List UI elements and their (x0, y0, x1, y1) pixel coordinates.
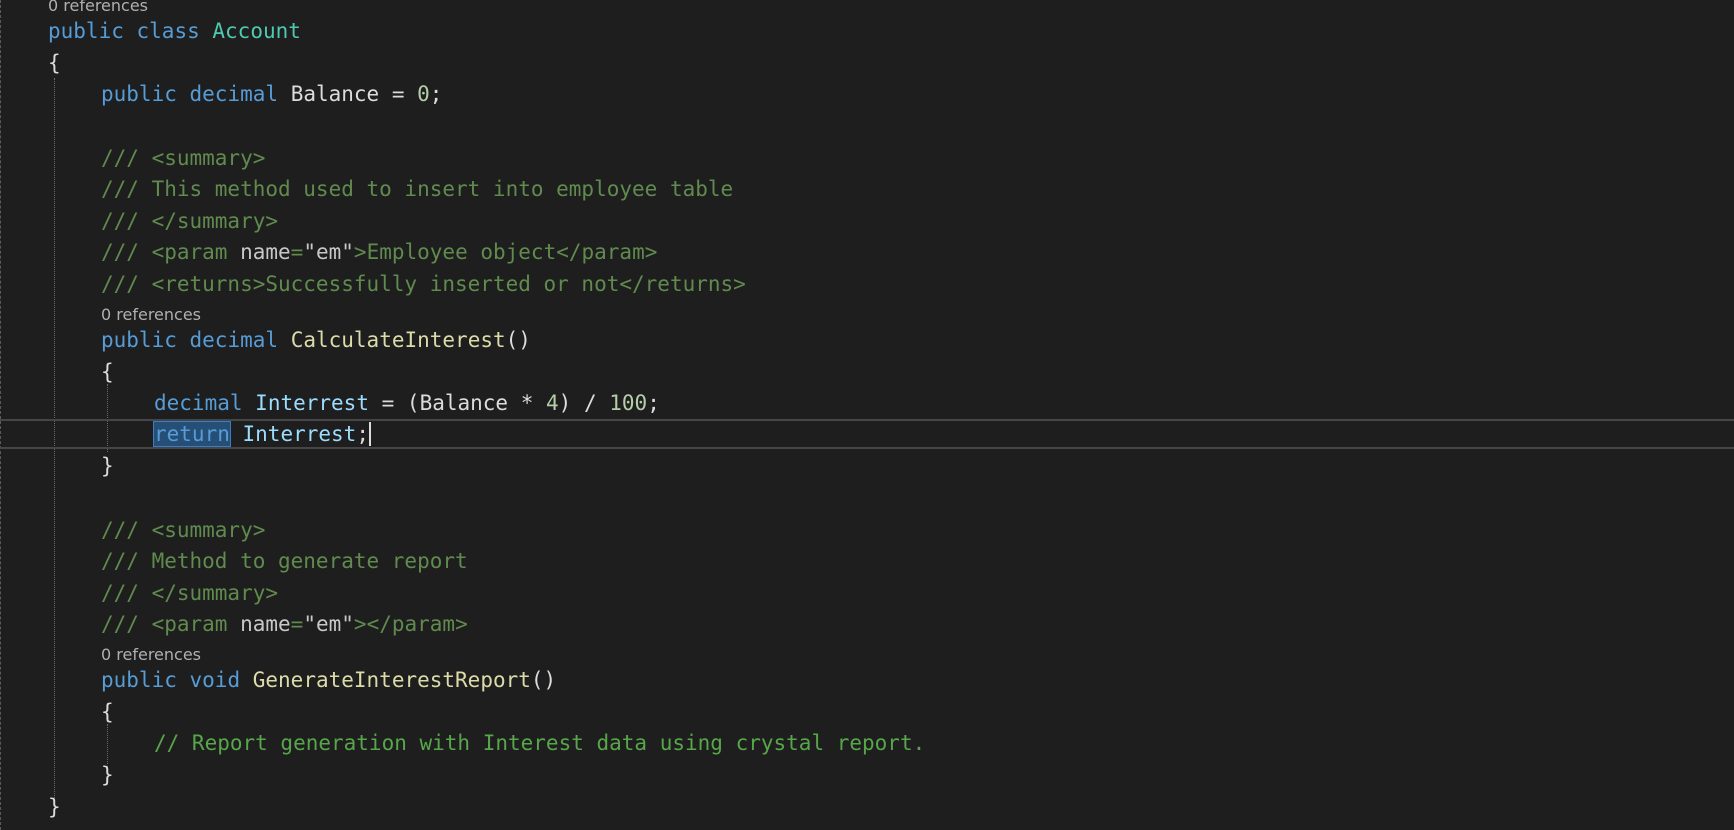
keyword: decimal (154, 391, 243, 415)
code-line-20: // Report generation with Interest data … (154, 731, 926, 755)
class-references-lens[interactable]: 0 references (48, 0, 148, 15)
parentheses: () (505, 328, 531, 352)
code-line-3: public decimal Balance = 0; (101, 79, 442, 109)
keyword: public (101, 668, 177, 692)
code-line-2: { (48, 48, 61, 78)
number-literal: 0 (417, 82, 430, 106)
code-line-21: } (101, 760, 114, 790)
text-caret (368, 422, 371, 446)
outline-margin (0, 0, 1, 830)
keyword: void (189, 668, 241, 692)
paren: ) (558, 391, 572, 415)
doc-text: >Employee object</param> (353, 240, 658, 264)
keyword: public (48, 19, 124, 43)
code-line-1: public class Account (48, 16, 301, 46)
doc-quote: " (341, 240, 354, 264)
indent-guide-report (107, 724, 108, 764)
code-line-11: decimal Interrest = (Balance * 4) / 100; (154, 388, 660, 418)
doc-quote: " (303, 612, 316, 636)
keyword: public (101, 328, 177, 352)
number-literal: 4 (546, 391, 559, 415)
highlighted-keyword[interactable]: return (153, 421, 231, 447)
code-line-22: } (48, 792, 61, 822)
brace: } (48, 795, 61, 819)
generate-report-references-lens[interactable]: 0 references (101, 646, 201, 664)
paren: ( (406, 391, 420, 415)
doc-attribute-value: em (315, 240, 342, 264)
doc-equals: = (290, 612, 304, 636)
class-name: Account (212, 19, 301, 43)
code-line-6: /// </summary> (101, 209, 279, 233)
code-line-5: /// This method used to insert into empl… (101, 177, 734, 201)
code-line-17: /// <param name="em"></param> (101, 609, 468, 639)
method-name: GenerateInterestReport (252, 668, 531, 692)
doc-quote: " (303, 240, 316, 264)
code-line-4: /// <summary> (101, 146, 266, 170)
code-line-19: { (101, 697, 114, 727)
doc-text: ></param> (353, 612, 468, 636)
field-name: Balance (290, 82, 380, 106)
doc-quote: " (341, 612, 354, 636)
code-line-13: } (101, 451, 114, 481)
local-variable: Interrest (242, 422, 357, 446)
local-variable: Interrest (255, 391, 369, 415)
calculate-interest-references-lens[interactable]: 0 references (101, 306, 201, 324)
code-line-8: /// <returns>Successfully inserted or no… (101, 272, 746, 296)
doc-tag: /// <param (101, 612, 241, 636)
operator: = (379, 82, 418, 106)
doc-attribute-value: em (315, 612, 342, 636)
brace: { (48, 51, 61, 75)
code-line-14: /// <summary> (101, 518, 266, 542)
code-line-16: /// </summary> (101, 581, 279, 605)
semicolon: ; (647, 391, 660, 415)
keyword: decimal (189, 328, 279, 352)
operator: / (571, 391, 610, 415)
code-line-18: public void GenerateInterestReport() (101, 665, 556, 695)
code-line-7: /// <param name="em">Employee object</pa… (101, 237, 657, 267)
number-literal: 100 (609, 391, 648, 415)
doc-attribute: name (240, 612, 291, 636)
keyword: public (101, 82, 177, 106)
doc-equals: = (290, 240, 304, 264)
brace: } (101, 454, 114, 478)
operator: = (368, 391, 407, 415)
field-reference: Balance (419, 391, 509, 415)
code-line-12: return Interrest; (153, 419, 371, 449)
keyword: decimal (189, 82, 279, 106)
parentheses: () (530, 668, 557, 692)
code-line-10: { (101, 357, 114, 387)
brace: { (101, 360, 114, 384)
code-line-9: public decimal CalculateInterest() (101, 325, 531, 355)
brace: { (101, 700, 114, 724)
semicolon: ; (429, 82, 443, 106)
code-line-15: /// Method to generate report (101, 549, 468, 573)
doc-tag: /// <param (101, 240, 241, 264)
brace: } (101, 763, 114, 787)
operator: * (508, 391, 547, 415)
keyword: class (136, 19, 200, 43)
method-name: CalculateInterest (290, 328, 506, 352)
semicolon: ; (356, 422, 369, 446)
code-editor[interactable]: 0 references public class Account { publ… (0, 0, 1734, 830)
doc-attribute: name (240, 240, 291, 264)
